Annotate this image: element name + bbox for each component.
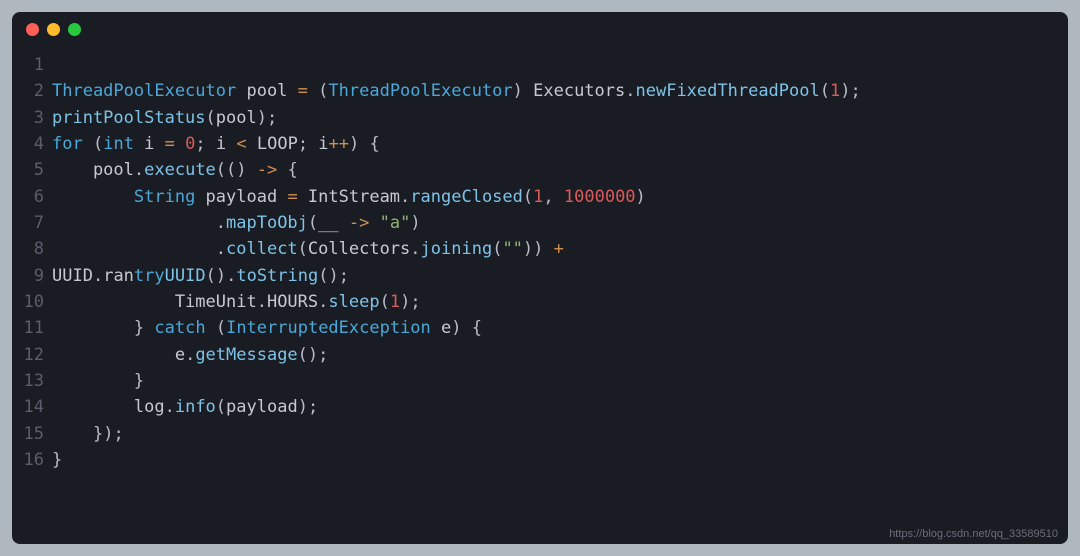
line-number: 5 — [12, 157, 52, 183]
line-number: 2 — [12, 78, 52, 104]
code-line: 14 log.info(payload); — [12, 394, 1068, 420]
code-line: 16} — [12, 447, 1068, 473]
code-content: TimeUnit.HOURS.sleep(1); — [52, 289, 421, 315]
line-number: 12 — [12, 342, 52, 368]
code-line: 15 }); — [12, 421, 1068, 447]
code-content: for (int i = 0; i < LOOP; i++) { — [52, 131, 380, 157]
code-window: 12ThreadPoolExecutor pool = (ThreadPoolE… — [12, 12, 1068, 544]
line-number: 10 — [12, 289, 52, 315]
code-editor-area[interactable]: 12ThreadPoolExecutor pool = (ThreadPoolE… — [12, 46, 1068, 544]
code-content: .collect(Collectors.joining("")) + — [52, 236, 564, 262]
line-number: 13 — [12, 368, 52, 394]
code-line: 1 — [12, 52, 1068, 78]
code-line: 9UUID.rantryUUID().toString(); — [12, 263, 1068, 289]
code-line: 2ThreadPoolExecutor pool = (ThreadPoolEx… — [12, 78, 1068, 104]
line-number: 1 — [12, 52, 52, 78]
code-line: 5 pool.execute(() -> { — [12, 157, 1068, 183]
code-line: 12 e.getMessage(); — [12, 342, 1068, 368]
line-number: 15 — [12, 421, 52, 447]
watermark-text: https://blog.csdn.net/qq_33589510 — [889, 528, 1058, 540]
code-line: 3printPoolStatus(pool); — [12, 105, 1068, 131]
code-content: log.info(payload); — [52, 394, 318, 420]
code-content: } — [52, 447, 62, 473]
code-content: ThreadPoolExecutor pool = (ThreadPoolExe… — [52, 78, 861, 104]
code-line: 4for (int i = 0; i < LOOP; i++) { — [12, 131, 1068, 157]
line-number: 14 — [12, 394, 52, 420]
line-number: 8 — [12, 236, 52, 262]
line-number: 3 — [12, 105, 52, 131]
line-number: 11 — [12, 315, 52, 341]
code-content: String payload = IntStream.rangeClosed(1… — [52, 184, 646, 210]
line-number: 7 — [12, 210, 52, 236]
code-line: 8 .collect(Collectors.joining("")) + — [12, 236, 1068, 262]
code-content: printPoolStatus(pool); — [52, 105, 277, 131]
code-content: pool.execute(() -> { — [52, 157, 298, 183]
window-titlebar — [12, 12, 1068, 46]
code-line: 7 .mapToObj(__ -> "a") — [12, 210, 1068, 236]
code-content: }); — [52, 421, 124, 447]
code-line: 11 } catch (InterruptedException e) { — [12, 315, 1068, 341]
code-content: .mapToObj(__ -> "a") — [52, 210, 421, 236]
line-number: 4 — [12, 131, 52, 157]
minimize-icon[interactable] — [47, 23, 60, 36]
code-content: } — [52, 368, 144, 394]
code-line: 10 TimeUnit.HOURS.sleep(1); — [12, 289, 1068, 315]
code-content: e.getMessage(); — [52, 342, 328, 368]
line-number: 6 — [12, 184, 52, 210]
code-line: 6 String payload = IntStream.rangeClosed… — [12, 184, 1068, 210]
code-line: 13 } — [12, 368, 1068, 394]
maximize-icon[interactable] — [68, 23, 81, 36]
code-content: UUID.rantryUUID().toString(); — [52, 263, 349, 289]
line-number: 9 — [12, 263, 52, 289]
code-content: } catch (InterruptedException e) { — [52, 315, 482, 341]
line-number: 16 — [12, 447, 52, 473]
close-icon[interactable] — [26, 23, 39, 36]
watermark-bar: https://blog.csdn.net/qq_33589510 — [12, 528, 1068, 542]
